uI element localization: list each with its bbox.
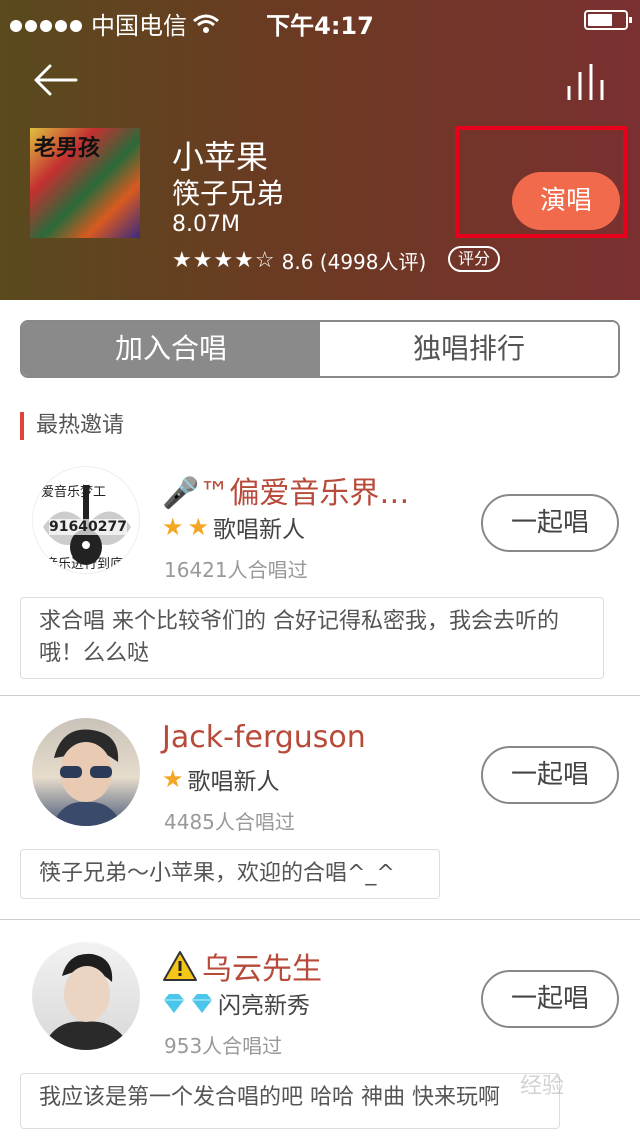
album-cover: 老男孩: [30, 128, 140, 238]
album-cover-text: 老男孩: [34, 135, 101, 161]
song-artist: 筷子兄弟: [172, 177, 285, 210]
rating-row: ★★★★☆ 8.6 (4998人评): [172, 246, 426, 275]
avatar[interactable]: [32, 718, 140, 826]
back-arrow-icon[interactable]: [32, 62, 78, 98]
rate-button[interactable]: 评分: [448, 246, 500, 272]
user-name[interactable]: Jack-ferguson: [162, 720, 366, 755]
join-button[interactable]: 一起唱: [481, 494, 619, 552]
join-button[interactable]: 一起唱: [481, 746, 619, 804]
battery-icon: [584, 10, 632, 30]
chorus-count: 953人合唱过: [164, 1034, 283, 1058]
user-level: ★ 歌唱新人: [162, 762, 280, 796]
chorus-count: 16421人合唱过: [164, 558, 308, 582]
equalizer-icon[interactable]: [566, 62, 608, 102]
level-label: 歌唱新人: [187, 769, 280, 795]
level-label: 闪亮新秀: [218, 993, 310, 1019]
file-size: 8.07M: [172, 212, 240, 237]
rating-stars-icon: ★★★★☆: [172, 248, 276, 273]
star-icon: ★: [187, 513, 210, 541]
user-level: ★ ★ 歌唱新人: [162, 510, 305, 544]
avatar-bottom-text: 音乐进行到底: [45, 557, 124, 572]
avatar[interactable]: [32, 942, 140, 1050]
user-level: 闪亮新秀: [162, 986, 310, 1020]
user-name[interactable]: 乌云先生: [162, 944, 322, 988]
divider: [0, 695, 640, 696]
invite-message: 筷子兄弟～小苹果，欢迎的合唱^_^: [20, 849, 440, 899]
section-title: 最热邀请: [20, 412, 124, 440]
sing-button[interactable]: 演唱: [512, 172, 620, 230]
rating-value: 8.6 (4998人评): [281, 250, 427, 274]
diamond-icon: [164, 994, 184, 1013]
star-icon: ★: [162, 765, 184, 793]
invite-message: 求合唱 来个比较爷们的 合好记得私密我，我会去听的哦！么么哒: [20, 597, 604, 679]
star-icon: ★: [162, 513, 184, 541]
warning-icon: [163, 951, 197, 981]
user-name[interactable]: 🎤™偏爱音乐界…: [162, 468, 409, 512]
divider: [0, 919, 640, 920]
watermark: 经验: [520, 1074, 565, 1099]
avatar[interactable]: 爱音乐梦工 91640277 音乐进行到底: [32, 466, 140, 574]
tab-solo-ranking[interactable]: 独唱排行: [320, 322, 618, 376]
user-name-text: 乌云先生: [202, 952, 322, 987]
invite-message: 我应该是第一个发合唱的吧 哈哈 神曲 快来玩啊: [20, 1073, 560, 1129]
person-icon: [52, 729, 122, 826]
level-label: 歌唱新人: [213, 517, 306, 543]
person-icon: [42, 953, 132, 1050]
tab-bar: 加入合唱 独唱排行: [20, 320, 620, 378]
status-time: 下午4:17: [266, 12, 374, 40]
status-bar: 中国电信 下午4:17: [0, 0, 640, 40]
avatar-number-text: 91640277: [49, 519, 127, 535]
join-button[interactable]: 一起唱: [481, 970, 619, 1028]
diamond-icon: [192, 994, 212, 1013]
song-header: 中国电信 下午4:17 老男孩 小苹果 筷子兄弟 8.07M ★★★★☆ 8.6…: [0, 0, 640, 300]
tab-join-chorus[interactable]: 加入合唱: [22, 322, 320, 376]
avatar-top-text: 爱音乐梦工: [41, 485, 107, 500]
chorus-count: 4485人合唱过: [164, 810, 295, 834]
